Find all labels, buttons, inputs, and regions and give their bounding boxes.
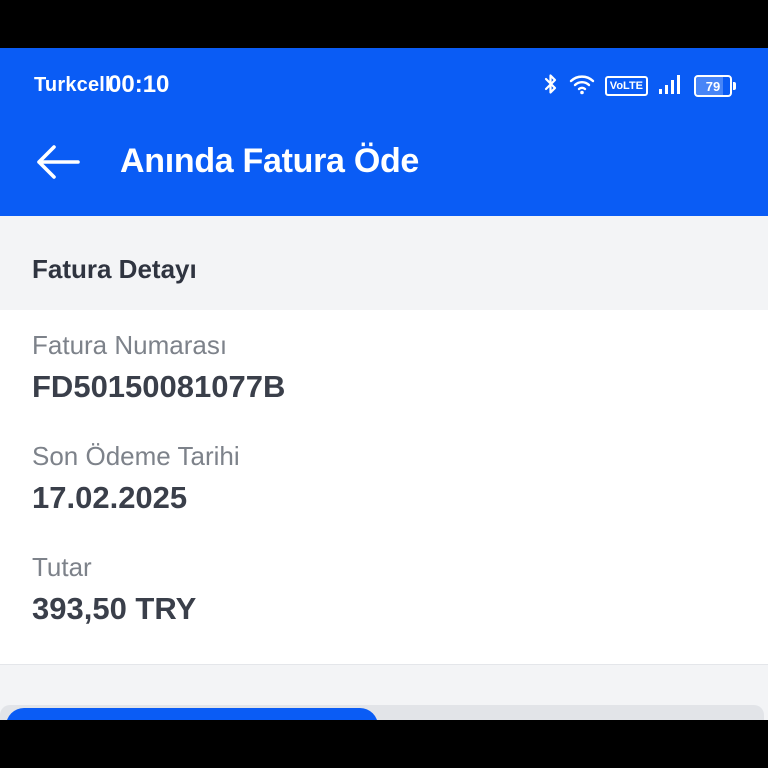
invoice-details-card: Fatura Numarası FD50150081077B Son Ödeme… — [0, 310, 768, 665]
arrow-left-icon — [35, 144, 81, 184]
letterbox-bottom — [0, 720, 768, 768]
bluetooth-icon — [543, 72, 559, 101]
battery-body: 79 — [694, 75, 732, 97]
carrier-name: Turkcell — [34, 74, 111, 96]
page-title: Anında Fatura Öde — [120, 142, 420, 180]
battery-icon: 79 — [694, 75, 736, 97]
amount-label: Tutar — [32, 552, 92, 582]
due-date-value: 17.02.2025 — [32, 480, 188, 515]
signal-icon — [658, 73, 684, 100]
due-date-label: Son Ödeme Tarihi — [32, 441, 240, 471]
bottom-action-area — [0, 665, 768, 720]
due-date-field: Son Ödeme Tarihi 17.02.2025 — [32, 441, 240, 516]
section-header: Fatura Detayı — [0, 230, 768, 310]
invoice-number-field: Fatura Numarası FD50150081077B — [32, 330, 285, 405]
invoice-number-label: Fatura Numarası — [32, 330, 228, 360]
battery-fill — [696, 77, 723, 95]
status-time: 00:10 — [108, 71, 170, 98]
wifi-icon — [569, 73, 595, 100]
battery-tip — [733, 82, 736, 90]
amount-field: Tutar 393,50 TRY — [32, 552, 196, 627]
status-icons: VoLTE 79 — [543, 73, 736, 99]
letterbox-top — [0, 0, 768, 48]
status-bar: Turkcell 00:10 VoLTE 79 — [0, 70, 768, 102]
invoice-number-value: FD50150081077B — [32, 369, 286, 404]
section-title: Fatura Detayı — [32, 254, 197, 284]
nav-row: Anında Fatura Öde — [0, 128, 768, 200]
amount-value: 393,50 TRY — [32, 591, 197, 626]
app-screen: Turkcell 00:10 VoLTE 79 Anında Fatura Öd… — [0, 48, 768, 720]
app-header: Turkcell 00:10 VoLTE 79 Anında Fatura Öd… — [0, 48, 768, 216]
back-button[interactable] — [30, 140, 86, 188]
volte-icon: VoLTE — [604, 76, 648, 96]
primary-action-button[interactable] — [6, 708, 378, 720]
